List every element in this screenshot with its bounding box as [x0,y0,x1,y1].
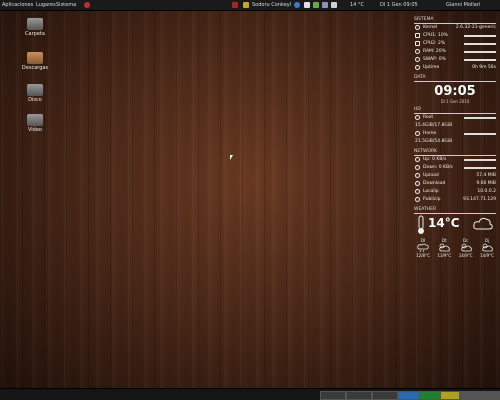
top-panel: Aplicaciones Lugares Sistema Sodoru Conk… [0,0,500,11]
forecast-day: Dl 12/8°C [416,238,430,258]
disk-icon [415,115,420,120]
network-row: Up: 0 KB/s [414,156,496,164]
cpu-icon [415,33,420,38]
public-ip-icon [415,197,420,202]
system-row: SWAP: 0% [414,56,496,64]
browser-icon[interactable] [294,2,300,8]
system-monitor-graph[interactable] [398,391,420,400]
system-monitor-graph[interactable] [419,391,441,400]
forecast-day: Dt 13/9°C [437,238,452,258]
taskbar-item[interactable] [372,391,398,400]
desktop-icon[interactable]: Descargas [20,52,50,71]
cpu2-bar [464,43,496,45]
temperature-indicator[interactable]: 14 °C [350,0,364,10]
cloud-icon [473,217,493,230]
upload-icon [415,173,420,178]
conky-widget: SISTEMA Kernel 2.6.32-21-generic CPU1: 10… [414,14,496,258]
network-row: Download 9.66 MiB [414,180,496,188]
menu-places[interactable]: Lugares [36,0,56,10]
home-icon [415,131,420,136]
hd-title: HD [414,107,496,114]
weather-current: 14°C [414,214,496,236]
system-row: CPU1: 10% [414,32,496,40]
system-row: RAM: 20% [414,48,496,56]
drive-icon [27,18,43,30]
drive-icon [27,84,43,96]
user-menu[interactable]: Gianni Mollari [446,0,480,10]
tray-icon[interactable] [322,2,328,8]
ram-icon [415,49,420,54]
system-title: SISTEMA [414,17,496,24]
hd-row: 15.4GiB/17.8GiB [415,123,453,128]
system-row: CPU2: 2% [414,40,496,48]
network-row: Upload 57.4 MiB [414,172,496,180]
taskbar-item[interactable] [346,391,372,400]
hd-row: Root [414,114,496,122]
desktop-icon[interactable]: Disco [20,84,50,103]
heart-icon[interactable] [84,2,90,8]
weather-forecast: Dl 12/8°C Dt 13/9°C Dc 14/9°C Dj 14/9°C [414,238,496,258]
system-row: Uptime 0h 9m 56s [414,64,496,72]
date-title: DATA [414,75,496,82]
window-title[interactable]: Sodoru Conkeyl [252,0,291,10]
desktop-icon[interactable]: Carpeta [20,18,50,37]
ram-bar [464,51,496,53]
network-row: Publicip 93.147.71.129 [414,196,496,204]
weather-title: WEATHER [414,207,496,214]
cpu-icon [415,41,420,46]
taskbar-item[interactable] [320,391,346,400]
home-bar [464,133,496,135]
cpu1-bar [464,35,496,37]
workspace-switcher[interactable] [460,391,500,400]
download-icon [415,165,420,170]
hd-row: Home [414,130,496,138]
desktop-icon[interactable]: Video [20,114,50,133]
bottom-panel [0,388,500,400]
app-icon[interactable] [232,2,238,8]
mouse-cursor [230,155,233,160]
tray-icon[interactable] [304,2,310,8]
swap-bar [464,59,496,61]
conky-clock: 09:05 [434,84,476,99]
folder-icon[interactable] [243,2,249,8]
menu-applications[interactable]: Aplicaciones [2,0,33,10]
clock-indicator[interactable]: Dl 1 Gen 09:05 [380,0,418,10]
root-bar [464,117,496,119]
swap-icon [415,57,420,62]
network-row: Down: 0 KB/s [414,164,496,172]
partly-cloudy-icon [482,243,493,252]
drive-icon [27,114,43,126]
network-row: Localip 10.0.0.2 [414,188,496,196]
network-title: NETWORK [414,149,496,156]
forecast-day: Dc 14/9°C [458,238,473,258]
uptime-icon [415,65,420,70]
local-ip-icon [415,189,420,194]
download-icon [415,181,420,186]
system-row: Kernel 2.6.32-21-generic [414,24,496,32]
kernel-icon [415,25,420,30]
thermometer-icon [418,215,424,234]
conky-date: Dl 1 Gen 2010 [440,99,470,104]
menu-system[interactable]: Sistema [56,0,76,10]
network-icon[interactable] [331,2,337,8]
partly-cloudy-icon [439,243,451,252]
tray-icon[interactable] [313,2,319,8]
weather-temperature: 14°C [428,216,460,230]
partly-cloudy-icon [461,243,472,252]
upload-icon [415,157,420,162]
system-monitor-graph[interactable] [440,391,460,400]
hd-row: 21.5GiB/54.8GiB [415,139,453,144]
forecast-day: Dj 14/9°C [480,238,494,258]
folder-icon [27,52,43,64]
rain-cloud-icon [417,243,429,253]
